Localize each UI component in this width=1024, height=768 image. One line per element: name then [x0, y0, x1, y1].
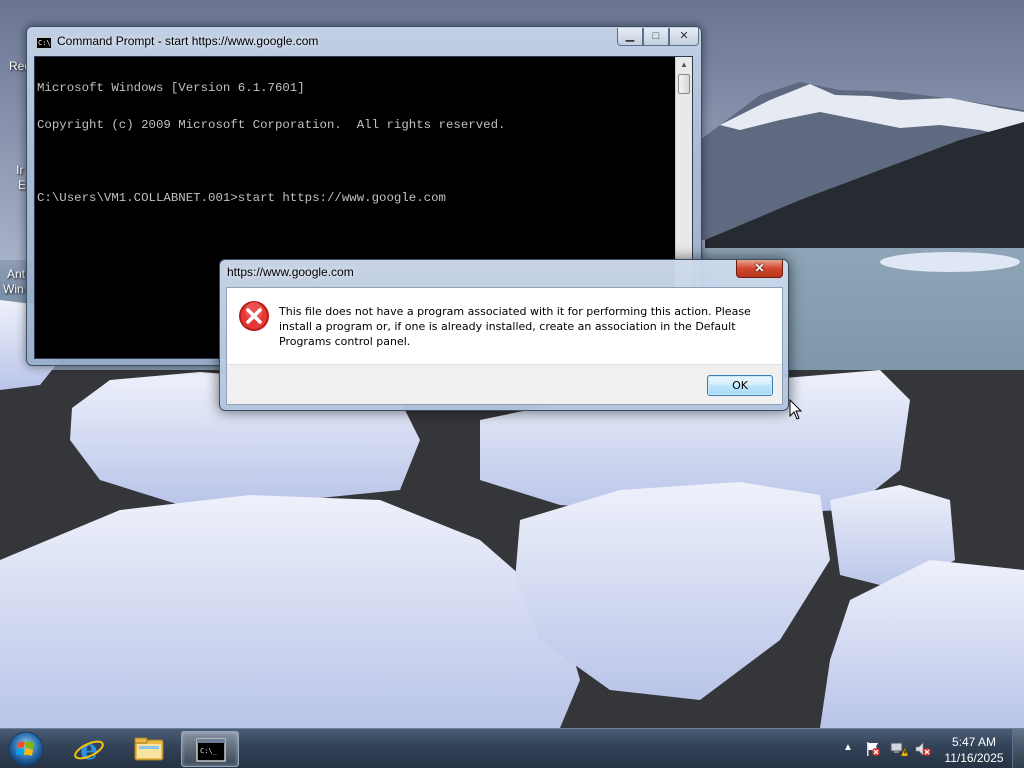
cmd-maximize-button[interactable]: □ — [643, 28, 669, 46]
internet-explorer-icon: e — [74, 734, 104, 764]
cmd-close-button[interactable]: ✕ — [669, 28, 699, 46]
windows-explorer-icon — [134, 737, 164, 761]
scroll-thumb[interactable] — [678, 74, 690, 94]
action-center-flag-icon[interactable] — [864, 741, 882, 757]
command-prompt-icon: C:\_ — [196, 738, 226, 762]
cmd-window-title: Command Prompt - start https://www.googl… — [57, 34, 319, 48]
cmd-titlebar[interactable]: C:\ Command Prompt - start https://www.g… — [27, 27, 701, 55]
scroll-up-arrow-icon[interactable]: ▲ — [676, 57, 692, 73]
taskbar-windows-explorer[interactable] — [120, 731, 178, 767]
console-output: Microsoft Windows [Version 6.1.7601] Cop… — [37, 58, 505, 229]
svg-text:C:\_: C:\_ — [200, 747, 218, 755]
desktop-icon-label-antivirus-2[interactable]: Win — [3, 282, 24, 296]
console-line: Microsoft Windows [Version 6.1.7601] — [37, 81, 305, 96]
network-warning-icon[interactable] — [890, 741, 908, 757]
cmd-icon: C:\ — [36, 37, 52, 49]
dialog-close-button[interactable]: ✕ — [736, 260, 783, 278]
desktop-icon-label-antivirus[interactable]: Ant — [7, 267, 25, 281]
clock-date: 11/16/2025 — [944, 751, 1004, 765]
error-dialog[interactable]: https://www.google.com ✕ This file does … — [219, 259, 789, 411]
error-icon — [239, 301, 269, 331]
cmd-minimize-button[interactable]: ▁ — [617, 28, 643, 46]
show-desktop-button[interactable] — [1012, 729, 1024, 768]
taskbar-internet-explorer[interactable]: e — [60, 731, 118, 767]
dialog-body: This file does not have a program associ… — [226, 287, 783, 405]
desktop-icon-label-ie[interactable]: Ir — [16, 163, 23, 177]
desktop-icon-label-ie-2[interactable]: E — [18, 178, 26, 192]
taskbar-clock[interactable]: 5:47 AM 11/16/2025 — [936, 734, 1012, 766]
svg-text:e: e — [80, 734, 98, 764]
clock-time: 5:47 AM — [951, 735, 997, 749]
ok-button[interactable]: OK — [707, 375, 773, 396]
console-line: C:\Users\VM1.COLLABNET.001>start https:/… — [37, 191, 446, 206]
show-hidden-icons-button[interactable]: ▲ — [843, 742, 853, 753]
dialog-message: This file does not have a program associ… — [279, 305, 751, 348]
dialog-title: https://www.google.com — [227, 265, 354, 279]
dialog-message-area: This file does not have a program associ… — [227, 288, 782, 364]
taskbar: e C:\_ ▲ 5:47 AM 11/16/2025 — [0, 728, 1024, 768]
taskbar-command-prompt[interactable]: C:\_ — [181, 731, 239, 767]
volume-muted-icon[interactable] — [914, 741, 932, 757]
windows-start-icon[interactable] — [5, 730, 47, 768]
console-line: Copyright (c) 2009 Microsoft Corporation… — [37, 118, 506, 133]
dialog-footer: OK — [227, 364, 782, 404]
mouse-cursor-icon — [789, 399, 803, 420]
